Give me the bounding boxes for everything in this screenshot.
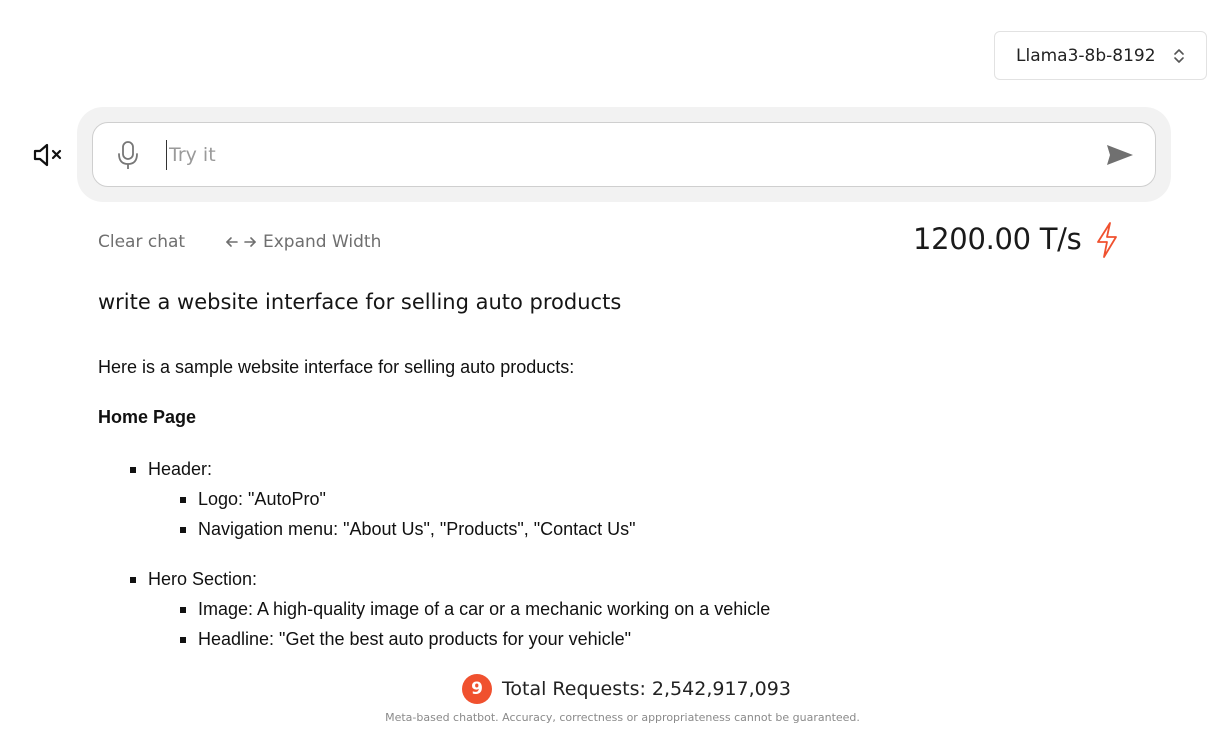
sub-list: Logo: "AutoPro" Navigation menu: "About … <box>148 484 1098 544</box>
sub-list-item: Navigation menu: "About Us", "Products",… <box>148 514 1098 544</box>
sub-list-item: Headline: "Get the best auto products fo… <box>148 624 1098 654</box>
list-item-label: Hero Section: <box>148 569 258 589</box>
lightning-bolt-icon <box>1097 222 1117 258</box>
model-select[interactable]: Llama3-8b-8192 <box>994 31 1207 80</box>
clear-chat-button[interactable]: Clear chat <box>98 232 185 252</box>
sub-list-item: Image: A high-quality image of a car or … <box>148 594 1098 624</box>
list-item-label: Header: <box>148 459 213 479</box>
list-item: Header: Logo: "AutoPro" Navigation menu:… <box>98 454 1098 544</box>
total-requests-text: Total Requests: 2,542,917,093 <box>502 678 791 700</box>
send-arrow-icon[interactable] <box>1105 142 1135 168</box>
response-section-title: Home Page <box>98 407 197 427</box>
microphone-icon[interactable] <box>114 140 142 170</box>
total-requests: 9 Total Requests: 2,542,917,093 <box>462 674 791 704</box>
expand-width-button[interactable]: Expand Width <box>225 232 381 252</box>
sub-list-item: Logo: "AutoPro" <box>148 484 1098 514</box>
groq-logo-icon: 9 <box>462 674 492 704</box>
response-list: Header: Logo: "AutoPro" Navigation menu:… <box>98 454 1098 654</box>
assistant-response: Here is a sample website interface for s… <box>98 354 1098 674</box>
chevron-updown-icon <box>1174 49 1184 63</box>
arrows-left-right-icon <box>226 237 256 247</box>
disclaimer: Meta-based chatbot. Accuracy, correctnes… <box>385 711 860 724</box>
model-select-value: Llama3-8b-8192 <box>1016 45 1156 66</box>
sub-list: Image: A high-quality image of a car or … <box>148 594 1098 654</box>
expand-width-label: Expand Width <box>263 232 382 252</box>
response-intro: Here is a sample website interface for s… <box>98 357 575 377</box>
tokens-per-second: 1200.00 T/s <box>913 222 1082 256</box>
speaker-muted-icon[interactable] <box>32 141 64 169</box>
chat-input[interactable] <box>166 140 1086 170</box>
list-item: Hero Section: Image: A high-quality imag… <box>98 564 1098 654</box>
user-message: write a website interface for selling au… <box>98 290 622 314</box>
